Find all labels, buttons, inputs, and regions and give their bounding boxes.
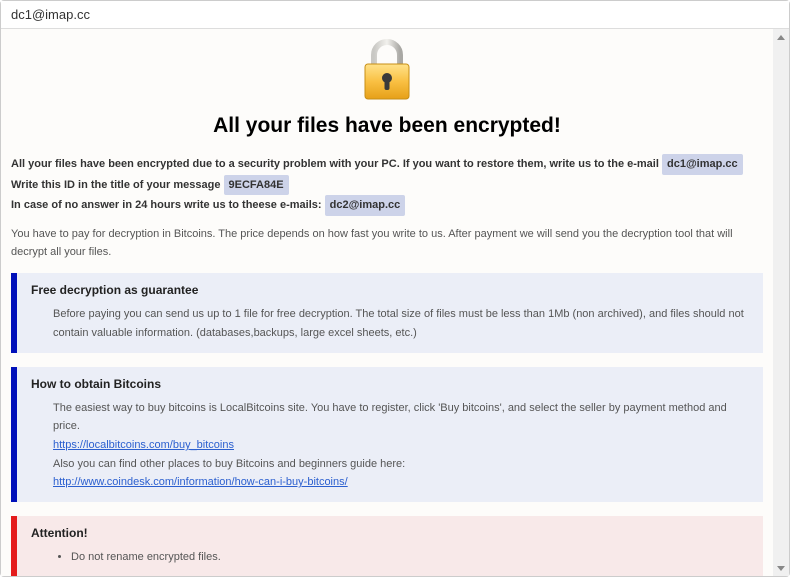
localbitcoins-link[interactable]: https://localbitcoins.com/buy_bitcoins: [53, 439, 234, 451]
obtain-text-1: The easiest way to buy bitcoins is Local…: [53, 399, 749, 436]
attention-item: Do not try to decrypt your data using th…: [71, 573, 749, 576]
page-title: All your files have been encrypted!: [11, 114, 763, 138]
attention-item: Do not rename encrypted files.: [71, 548, 749, 567]
vertical-scrollbar[interactable]: [773, 29, 789, 576]
attention-body: Do not rename encrypted files. Do not tr…: [31, 548, 749, 576]
attention-box: Attention! Do not rename encrypted files…: [11, 516, 763, 576]
coindesk-link[interactable]: http://www.coindesk.com/information/how-…: [53, 476, 348, 488]
intro-text-2: Write this ID in the title of your messa…: [11, 179, 220, 191]
content-body: All your files have been encrypted! All …: [1, 29, 773, 576]
intro-line-1: All your files have been encrypted due t…: [11, 154, 763, 175]
message-id: 9ECFA84E: [224, 175, 289, 196]
primary-email: dc1@imap.cc: [662, 154, 743, 175]
obtain-text-2: Also you can find other places to buy Bi…: [53, 455, 749, 474]
intro-text-3: In case of no answer in 24 hours write u…: [11, 199, 322, 211]
attention-title: Attention!: [31, 526, 749, 540]
scroll-up-icon[interactable]: [773, 29, 789, 45]
attention-list: Do not rename encrypted files. Do not tr…: [53, 548, 749, 576]
obtain-bitcoins-box: How to obtain Bitcoins The easiest way t…: [11, 367, 763, 502]
intro-text-1: All your files have been encrypted due t…: [11, 158, 659, 170]
intro-block: All your files have been encrypted due t…: [11, 154, 763, 216]
lock-icon: [361, 92, 413, 104]
content-wrapper: All your files have been encrypted! All …: [1, 29, 789, 576]
payment-note: You have to pay for decryption in Bitcoi…: [11, 226, 763, 261]
window-title: dc1@imap.cc: [11, 7, 90, 22]
free-decryption-title: Free decryption as guarantee: [31, 283, 749, 297]
intro-line-3: In case of no answer in 24 hours write u…: [11, 195, 763, 216]
scroll-down-icon[interactable]: [773, 560, 789, 576]
secondary-email: dc2@imap.cc: [325, 195, 406, 216]
window-titlebar: dc1@imap.cc: [1, 1, 789, 29]
intro-line-2: Write this ID in the title of your messa…: [11, 175, 763, 196]
obtain-bitcoins-title: How to obtain Bitcoins: [31, 377, 749, 391]
free-decryption-body: Before paying you can send us up to 1 fi…: [31, 305, 749, 342]
lock-icon-container: [11, 39, 763, 104]
ransom-window: dc1@imap.cc: [0, 0, 790, 577]
obtain-bitcoins-body: The easiest way to buy bitcoins is Local…: [31, 399, 749, 492]
free-decryption-box: Free decryption as guarantee Before payi…: [11, 273, 763, 352]
